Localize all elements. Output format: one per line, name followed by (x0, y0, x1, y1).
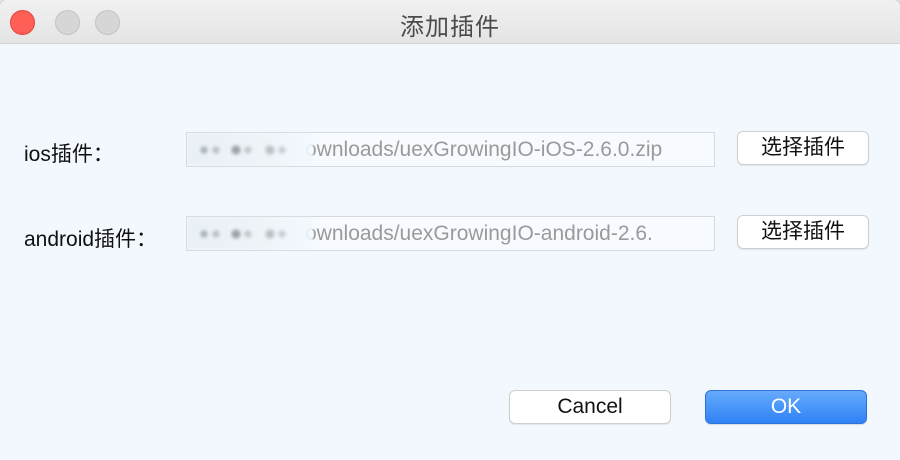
select-android-plugin-button[interactable]: 选择插件 (737, 215, 869, 249)
window-title: 添加插件 (400, 14, 500, 41)
select-ios-plugin-button[interactable]: 选择插件 (737, 131, 869, 165)
ios-path-redacted-area (187, 133, 313, 166)
android-path-redacted-area (187, 217, 313, 250)
window-titlebar[interactable]: 添加插件 (0, 0, 900, 44)
ok-button[interactable]: OK (705, 390, 867, 424)
ios-plugin-label: ios插件： (24, 143, 114, 166)
ios-path-blur (194, 143, 294, 157)
ios-plugin-path-text: ownloads/uexGrowingIO-iOS-2.6.0.zip (305, 138, 663, 161)
android-path-blur (194, 227, 294, 241)
android-plugin-path-text: ownloads/uexGrowingIO-android-2.6. (305, 222, 653, 245)
cancel-button[interactable]: Cancel (509, 390, 671, 424)
add-plugin-dialog: 添加插件 ios插件： ownloads/uexGrowingIO-iOS-2.… (0, 0, 900, 460)
android-plugin-path-field[interactable]: ownloads/uexGrowingIO-android-2.6. (186, 216, 715, 251)
dialog-content: ios插件： ownloads/uexGrowingIO-iOS-2.6.0.z… (0, 44, 900, 460)
android-plugin-label: android插件： (24, 228, 158, 251)
ios-plugin-path-field[interactable]: ownloads/uexGrowingIO-iOS-2.6.0.zip (186, 132, 715, 167)
